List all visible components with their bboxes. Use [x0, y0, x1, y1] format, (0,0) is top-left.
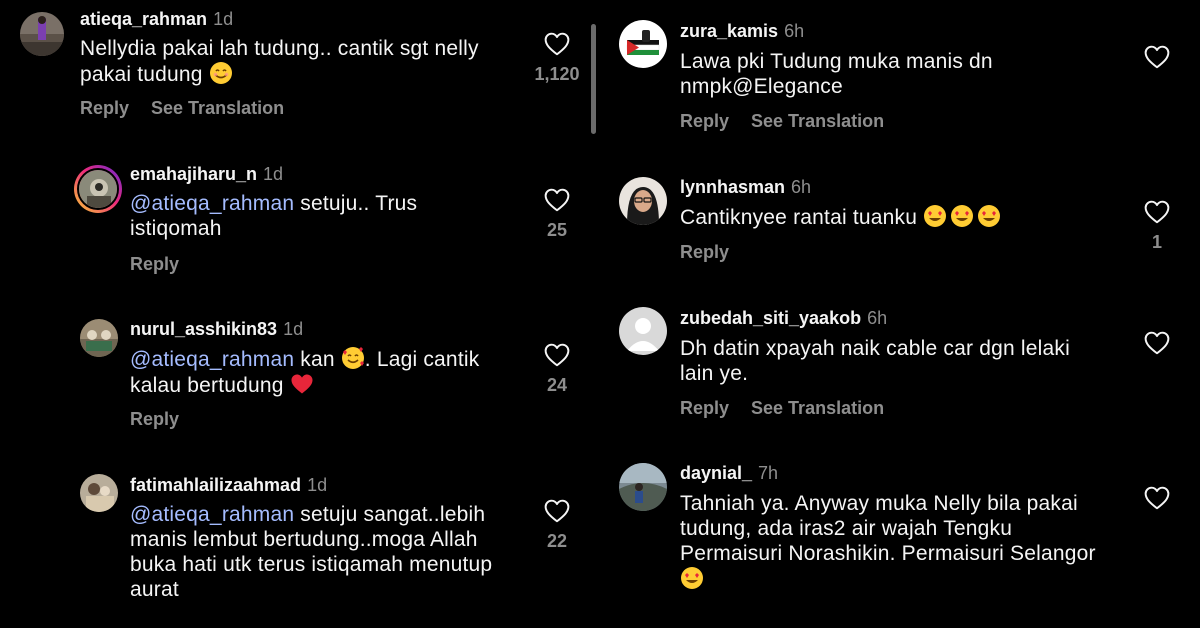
comment-text: Dh datin xpayah naik cable car dgn lelak…: [680, 337, 1070, 385]
like-control: [1132, 331, 1182, 363]
comment-time: 6h: [791, 177, 812, 197]
username[interactable]: daynial_: [680, 463, 752, 483]
avatar[interactable]: [619, 307, 667, 355]
avatar[interactable]: [80, 319, 118, 357]
see-translation-button[interactable]: See Translation: [751, 397, 884, 419]
comment-time: 7h: [758, 463, 779, 483]
comment-text: @atieqa_rahman setuju.. Trus istiqomah: [130, 192, 418, 240]
like-control: 22: [532, 499, 582, 552]
right-comment-column: zura_kamis 6h Lawa pki Tudung muka manis …: [600, 0, 1200, 628]
red-heart-emoji: [291, 374, 313, 394]
comment-time: 6h: [867, 308, 888, 328]
avatar[interactable]: [619, 20, 667, 68]
like-count: 24: [546, 375, 568, 395]
username[interactable]: atieqa_rahman: [80, 9, 207, 29]
heart-icon[interactable]: [1144, 486, 1170, 510]
username[interactable]: zura_kamis: [680, 21, 778, 41]
like-control: 24: [532, 343, 582, 396]
heart-eyes-emoji: [924, 205, 947, 227]
smiling-face-emoji: [209, 62, 232, 84]
comment-time: 1d: [283, 319, 304, 339]
like-control: 1: [1132, 200, 1182, 253]
heart-icon[interactable]: [1144, 45, 1170, 69]
like-count: 1,120: [534, 64, 580, 84]
heart-icon[interactable]: [1144, 200, 1170, 224]
reply-button[interactable]: Reply: [130, 253, 179, 275]
comment-text: Lawa pki Tudung muka manis dn nmpk@Elega…: [680, 50, 993, 98]
like-count: 1: [1151, 232, 1162, 252]
reply-button[interactable]: Reply: [130, 408, 179, 430]
left-comment-column: atieqa_rahman 1d Nellydia pakai lah tudun…: [0, 0, 596, 628]
smiling-face-with-hearts-emoji: [341, 347, 364, 369]
comment-time: 6h: [784, 21, 805, 41]
avatar[interactable]: [80, 474, 118, 512]
avatar[interactable]: [619, 463, 667, 511]
reply-button[interactable]: Reply: [680, 110, 729, 132]
comment-text: @atieqa_rahman kan . Lagi cantik kalau b…: [130, 347, 480, 397]
heart-eyes-emoji: [681, 567, 703, 589]
avatar[interactable]: [74, 165, 122, 213]
scrollbar[interactable]: [591, 24, 596, 134]
comment-text: Nellydia pakai lah tudung.. cantik sgt n…: [80, 37, 479, 86]
comment-text: Tahniah ya. Anyway muka Nelly bila pakai…: [680, 491, 1150, 592]
like-control: 25: [532, 188, 582, 241]
heart-eyes-emoji: [978, 205, 1001, 227]
like-control: 1,120: [532, 32, 582, 85]
avatar[interactable]: [619, 177, 667, 225]
reply-button[interactable]: Reply: [80, 97, 129, 119]
mention-link[interactable]: @atieqa_rahman: [130, 503, 294, 526]
see-translation-button[interactable]: See Translation: [751, 110, 884, 132]
comment-text: @atieqa_rahman setuju sangat..lebih mani…: [130, 503, 493, 601]
reply-button[interactable]: Reply: [680, 397, 729, 419]
like-count: 22: [546, 531, 568, 551]
username[interactable]: emahajiharu_n: [130, 164, 257, 184]
heart-icon[interactable]: [544, 32, 570, 56]
heart-icon[interactable]: [1144, 331, 1170, 355]
like-control: [1132, 45, 1182, 77]
comment-time: 1d: [263, 164, 284, 184]
mention-link[interactable]: @atieqa_rahman: [130, 348, 294, 371]
like-count: 25: [546, 220, 568, 240]
username[interactable]: fatimahlailizaahmad: [130, 475, 301, 495]
reply-button[interactable]: Reply: [680, 241, 729, 263]
heart-icon[interactable]: [544, 499, 570, 523]
heart-icon[interactable]: [544, 188, 570, 212]
username[interactable]: zubedah_siti_yaakob: [680, 308, 861, 328]
heart-eyes-emoji: [951, 205, 974, 227]
comment-text: Cantiknyee rantai tuanku: [680, 204, 1140, 230]
avatar[interactable]: [20, 12, 64, 56]
like-control: [1132, 486, 1182, 518]
comment-time: 1d: [213, 9, 234, 29]
username[interactable]: lynnhasman: [680, 177, 785, 197]
heart-icon[interactable]: [544, 343, 570, 367]
comment-time: 1d: [307, 475, 328, 495]
see-translation-button[interactable]: See Translation: [151, 97, 284, 119]
username[interactable]: nurul_asshikin83: [130, 319, 277, 339]
mention-link[interactable]: @atieqa_rahman: [130, 192, 294, 215]
